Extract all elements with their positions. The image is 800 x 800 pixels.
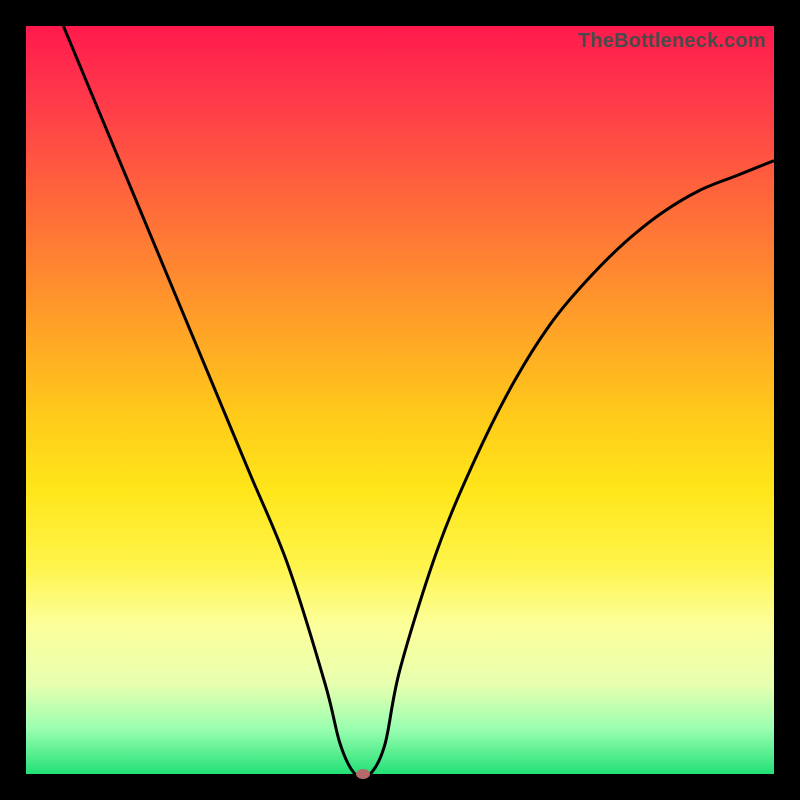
bottleneck-curve bbox=[26, 26, 774, 774]
chart-frame: TheBottleneck.com bbox=[0, 0, 800, 800]
optimal-point-marker bbox=[356, 769, 370, 779]
plot-area: TheBottleneck.com bbox=[26, 26, 774, 774]
curve-path bbox=[63, 26, 774, 774]
